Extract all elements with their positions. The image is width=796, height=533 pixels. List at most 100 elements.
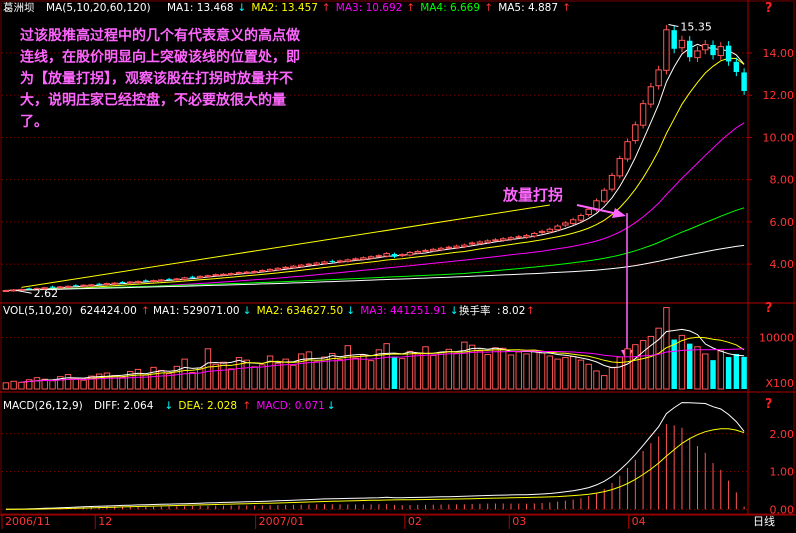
macd-tick-label: 2.00 (770, 428, 795, 441)
candle-up (663, 29, 670, 71)
candle-up (196, 275, 204, 279)
volume-bar-up (282, 358, 289, 390)
candle-up (134, 280, 142, 283)
volume-bar-up (220, 361, 227, 390)
candle-up (647, 86, 655, 105)
candle-up (632, 124, 639, 142)
candle-up (103, 283, 111, 286)
candle-up (476, 241, 484, 244)
volume-bar-up (515, 351, 522, 390)
volume-bar-up (538, 352, 546, 390)
turnover-colon: : (497, 305, 501, 317)
turnover-arrow: ↑ (526, 305, 535, 317)
volume-bar-up (383, 343, 390, 390)
header-ma2-value: MA2: 634627.50 (257, 305, 344, 317)
date-tick-label: 02 (408, 515, 422, 528)
volume-bar-up (531, 349, 538, 390)
dea-line (5, 428, 745, 510)
annotation-line: 过该股推高过程中的几个有代表意义的高点做 (20, 27, 301, 44)
volume-panel[interactable]: 10000 X100 (2, 307, 794, 390)
macd-histogram (13, 424, 745, 510)
volume-bar-up (694, 346, 701, 390)
candle-up (608, 174, 616, 190)
price-help-button[interactable]: ? (765, 1, 773, 16)
volume-bar-up (406, 350, 414, 390)
macd-header: MACD(26,12,9) DIFF: 2.064 ↓ DEA: 2.028 ↑ MAC… (3, 400, 336, 412)
candle-up (290, 265, 297, 269)
candle-up (531, 233, 538, 237)
candle-up (173, 278, 181, 281)
volume-bar-up (204, 348, 212, 390)
period-label[interactable]: 日线 (753, 514, 775, 528)
header-ma1-value: MA1: 529071.00 (153, 305, 240, 317)
candle-up (461, 244, 468, 248)
candle-up (383, 253, 390, 257)
volume-bar-up (80, 379, 87, 390)
volume-bar-up (103, 372, 111, 390)
candle-up (344, 259, 352, 262)
macd-help-button[interactable]: ? (765, 397, 773, 412)
callout-arrow (576, 204, 626, 218)
volume-bar-up (569, 356, 577, 390)
volume-bar-up (367, 360, 375, 390)
header-ma5-value: MA5: 4.887 (498, 2, 558, 14)
volume-bar-up (10, 380, 17, 390)
volume-bar-up (562, 357, 569, 390)
candle-up (360, 257, 367, 260)
candle-up (64, 285, 72, 288)
kline-chart[interactable]: 葛洲坝 MA(5,10,20,60,120) MA1: 13.468 ↓ MA2: … (0, 0, 796, 529)
annotation-line: 大，说明庄家已经控盘，不必要放很大的量 (20, 92, 286, 109)
volume-bar-up (2, 382, 10, 390)
candle-up (111, 282, 118, 285)
price-axis: 4.00 6.00 8.00 10.00 12.00 14.00 (748, 47, 794, 271)
candle-up (585, 208, 592, 216)
date-axis: 2006/11 12 2007/01 02 03 04 (1, 515, 646, 529)
candle-up (484, 240, 491, 243)
candle-up (243, 271, 251, 274)
volume-bar-up (702, 353, 709, 390)
candle-up (702, 44, 709, 51)
candle-up (616, 158, 624, 177)
volume-help-button[interactable]: ? (765, 301, 773, 316)
candle-up (266, 268, 274, 272)
vol-value-arrow: ↑ (141, 305, 150, 317)
volume-bar-up (546, 355, 554, 390)
volume-bar-up (235, 357, 243, 390)
ma-line-ma4 (5, 207, 745, 291)
volume-bar-up (344, 345, 352, 390)
volume-bar-down (733, 353, 740, 389)
header-ma1-value: MA1: 13.468 (167, 2, 234, 14)
candle-up (655, 69, 662, 87)
macd-panel[interactable]: 0.001.002.00 (5, 402, 795, 517)
candle-up (274, 267, 282, 271)
breakout-down-arrow (621, 213, 633, 362)
volume-bar-up (577, 359, 585, 390)
candle-down (671, 30, 677, 49)
volume-bar-up (445, 348, 453, 390)
annotation-line: 了。 (20, 114, 48, 130)
volume-bar-up (196, 367, 204, 390)
header-ma1-arrow: ↓ (243, 305, 252, 317)
candle-up (453, 245, 460, 249)
candle-up (297, 264, 305, 268)
header-ma3-value: MA3: 10.692 (336, 2, 403, 14)
turnover-value: 8.02 (502, 305, 525, 317)
volume-bar-up (274, 362, 282, 390)
candle-up (422, 249, 429, 252)
candle-up (624, 141, 631, 160)
volume-bar-up (150, 366, 157, 390)
candle-up (639, 103, 647, 126)
header-ma5-arrow: ↑ (562, 2, 571, 14)
high-price-label: 15.35 (680, 21, 712, 34)
header-ma2-arrow: ↓ (346, 305, 355, 317)
candle-up (562, 222, 569, 226)
volume-bar-up (259, 364, 266, 390)
ma-line-ma3 (21, 122, 745, 291)
volume-bar-up (430, 355, 437, 390)
candle-up (282, 266, 289, 269)
macd-lines (5, 402, 745, 510)
candle-up (507, 237, 515, 240)
candle-down (119, 282, 126, 284)
date-tick-label: 2007/01 (259, 515, 305, 528)
chart-grid (2, 52, 748, 510)
